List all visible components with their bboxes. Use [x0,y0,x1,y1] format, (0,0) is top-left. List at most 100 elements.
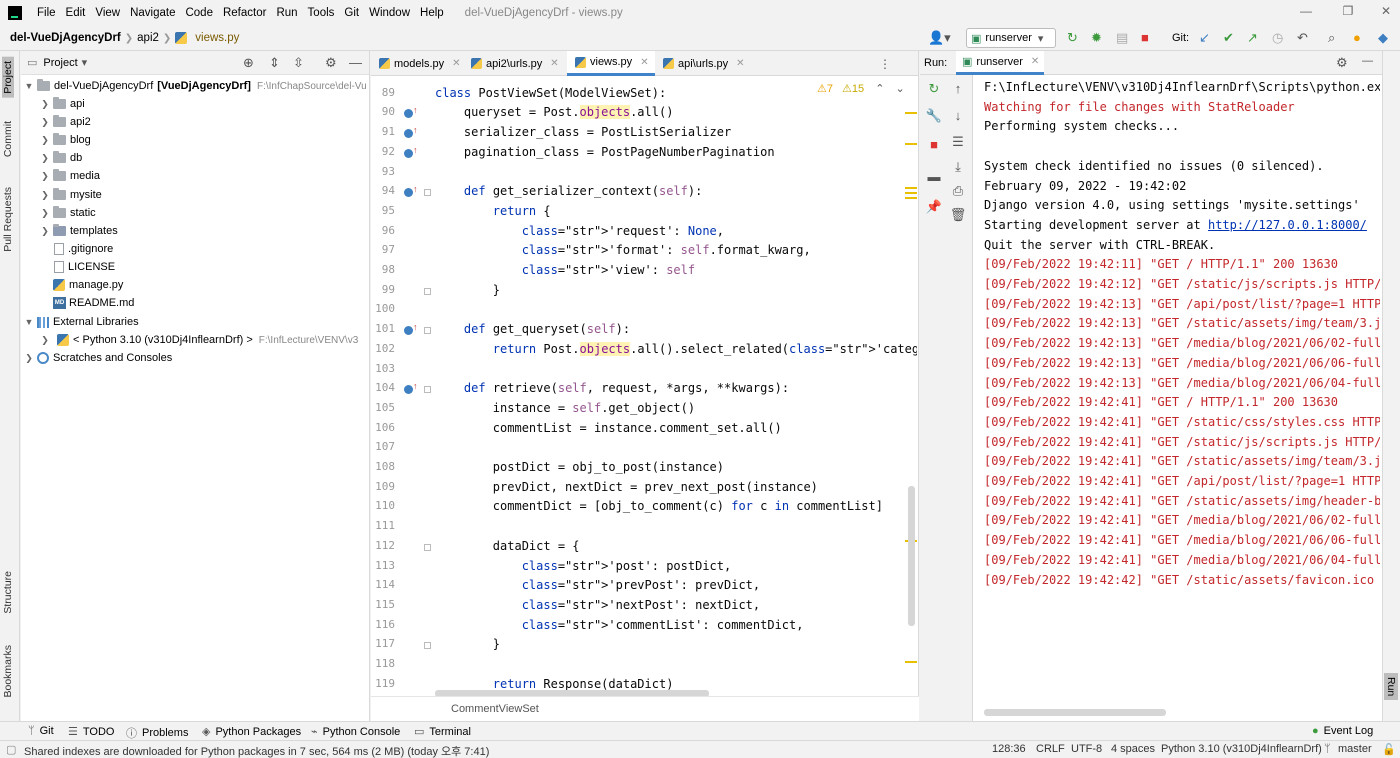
tree-scratches[interactable]: ❯ Scratches and Consoles [23,349,172,367]
code-breadcrumb[interactable]: CommentViewSet [371,696,919,721]
chevron-right-icon[interactable]: ❯ [39,208,51,219]
wrench-icon[interactable]: 🔧 [924,108,944,124]
tree-file-readme[interactable]: MD README.md [51,294,134,312]
menu-view[interactable]: View [90,7,125,19]
gear-icon[interactable]: ⚙ [325,55,337,71]
server-url-link[interactable]: http://127.0.0.1:8000/ [1208,218,1367,232]
close-window-icon[interactable]: ✕ [1372,4,1400,18]
stop-icon[interactable]: ■ [1141,31,1149,45]
chevron-right-icon[interactable]: ❯ [39,99,51,110]
coverage-icon[interactable]: ▤ [1116,31,1128,45]
tab-api2-urls-py[interactable]: api2\urls.py ✕ [463,51,567,76]
tree-root[interactable]: ▼ del-VueDjAgencyDrf [VueDjAgencyDrf] F:… [23,77,367,95]
tree-file-gitignore[interactable]: .gitignore [51,240,113,258]
menu-help[interactable]: Help [415,7,449,19]
layout-icon[interactable]: ▬ [924,169,944,184]
tree-folder-static[interactable]: ❯ static [39,204,96,222]
error-stripe-mark[interactable] [905,197,917,199]
close-icon[interactable]: ✕ [550,58,558,69]
git-history-icon[interactable]: ◷ [1272,31,1283,45]
error-stripe-mark[interactable] [905,112,917,114]
hide-panel-icon[interactable]: — [349,55,362,70]
tool-tab-bookmarks[interactable]: Bookmarks [2,645,14,698]
file-encoding[interactable]: UTF-8 [1071,743,1102,755]
gear-icon[interactable]: ⚙ [1336,55,1348,71]
breadcrumb-file[interactable]: views.py [191,32,243,44]
git-update-icon[interactable]: ↙ [1199,31,1210,45]
rerun-icon[interactable]: ↻ [1067,31,1078,45]
tool-tab-event-log[interactable]: ● Event Log [1312,725,1373,737]
caret-position[interactable]: 128:36 [992,743,1026,755]
collapse-all-icon[interactable]: ⇳ [293,55,304,71]
print-icon[interactable]: ⎙ [948,183,968,199]
tab-models-py[interactable]: models.py ✕ [371,51,463,76]
override-gutter-icon[interactable] [404,105,418,119]
menu-file[interactable]: File [32,7,61,19]
error-stripe-mark[interactable] [905,187,917,189]
locate-icon[interactable]: ⊕ [243,55,254,71]
error-stripe-mark[interactable] [905,661,917,663]
menu-refactor[interactable]: Refactor [218,7,271,19]
tool-tab-todo[interactable]: ☰ TODO [68,725,114,739]
stop-icon[interactable]: ■ [924,137,944,152]
run-tab-runserver[interactable]: ▣ runserver ✕ [956,51,1044,75]
line-separator[interactable]: CRLF [1036,743,1065,755]
user-icon[interactable]: 👤▾ [928,31,951,45]
tree-folder-db[interactable]: ❯ db [39,149,82,167]
search-icon[interactable]: ⌕ [1328,31,1335,45]
inspection-widget[interactable]: ⚠7 ⚠15 ⌃ ⌄ [817,82,905,95]
tree-python-sdk[interactable]: ❯ < Python 3.10 (v310Dj4InflearnDrf) > F… [39,331,358,349]
override-gutter-icon[interactable] [404,184,418,198]
arrow-up-icon[interactable]: ↑ [948,81,968,96]
fold-icon[interactable] [424,327,431,335]
hide-panel-icon[interactable]: — [1362,55,1373,67]
fold-icon[interactable] [424,287,431,295]
chevron-right-icon[interactable]: ❯ [39,135,51,146]
minimize-icon[interactable]: — [1292,4,1320,18]
scroll-to-end-icon[interactable]: ⤓ [948,159,968,175]
chevron-right-icon[interactable]: ❯ [39,226,51,237]
menu-edit[interactable]: Edit [61,7,91,19]
chevron-right-icon[interactable]: ❯ [39,190,51,201]
override-gutter-icon[interactable] [404,322,418,336]
chevron-down-icon[interactable]: ▾ [82,56,88,69]
tool-tab-structure[interactable]: Structure [2,571,14,614]
tab-views-py[interactable]: views.py ✕ [567,51,655,76]
tool-tab-git[interactable]: ᛘ Git [28,725,54,737]
menu-run[interactable]: Run [271,7,302,19]
fold-icon[interactable] [424,386,431,394]
jetbrains-icon[interactable]: ◆ [1378,31,1388,45]
soft-wrap-icon[interactable]: ☰ [948,134,968,150]
tree-folder-templates[interactable]: ❯ templates [39,222,118,240]
expand-all-icon[interactable]: ⇕ [269,55,280,71]
tree-folder-media[interactable]: ❯ media [39,167,100,185]
chevron-right-icon[interactable]: ❯ [39,153,51,164]
override-gutter-icon[interactable] [404,145,418,158]
git-branch[interactable]: master [1338,743,1372,755]
chevron-up-icon[interactable]: ⌃ [875,83,884,95]
chevron-down-icon[interactable]: ▼ [23,81,35,91]
restore-icon[interactable]: ❐ [1334,4,1362,18]
arrow-down-icon[interactable]: ↓ [948,108,968,123]
indent-setting[interactable]: 4 spaces [1111,743,1155,755]
updates-icon[interactable]: ● [1353,31,1361,45]
horizontal-scrollbar[interactable] [984,709,1166,716]
project-panel-title[interactable]: Project [43,57,77,69]
chevron-right-icon[interactable]: ❯ [39,171,51,182]
close-icon[interactable]: ✕ [736,58,744,69]
override-gutter-icon[interactable] [404,381,418,395]
tool-tab-run[interactable]: Run [1384,673,1398,701]
close-icon[interactable]: ✕ [1031,56,1039,67]
tree-file-license[interactable]: LICENSE [51,258,115,276]
breadcrumb-project[interactable]: del-VueDjAgencyDrf [0,32,125,44]
tool-tab-python-console[interactable]: ⌁ Python Console [311,725,400,739]
code-area[interactable]: class PostViewSet(ModelViewSet): queryse… [435,76,917,696]
tool-tab-commit[interactable]: Commit [2,121,14,157]
fold-icon[interactable] [424,642,431,650]
trash-icon[interactable]: 🗑 [948,207,968,223]
python-interpreter[interactable]: Python 3.10 (v310Dj4InflearnDrf) [1161,743,1322,755]
menu-window[interactable]: Window [364,7,415,19]
fold-icon[interactable] [424,543,431,551]
rerun-icon[interactable]: ↻ [924,81,944,97]
git-commit-icon[interactable]: ✔ [1223,31,1234,45]
